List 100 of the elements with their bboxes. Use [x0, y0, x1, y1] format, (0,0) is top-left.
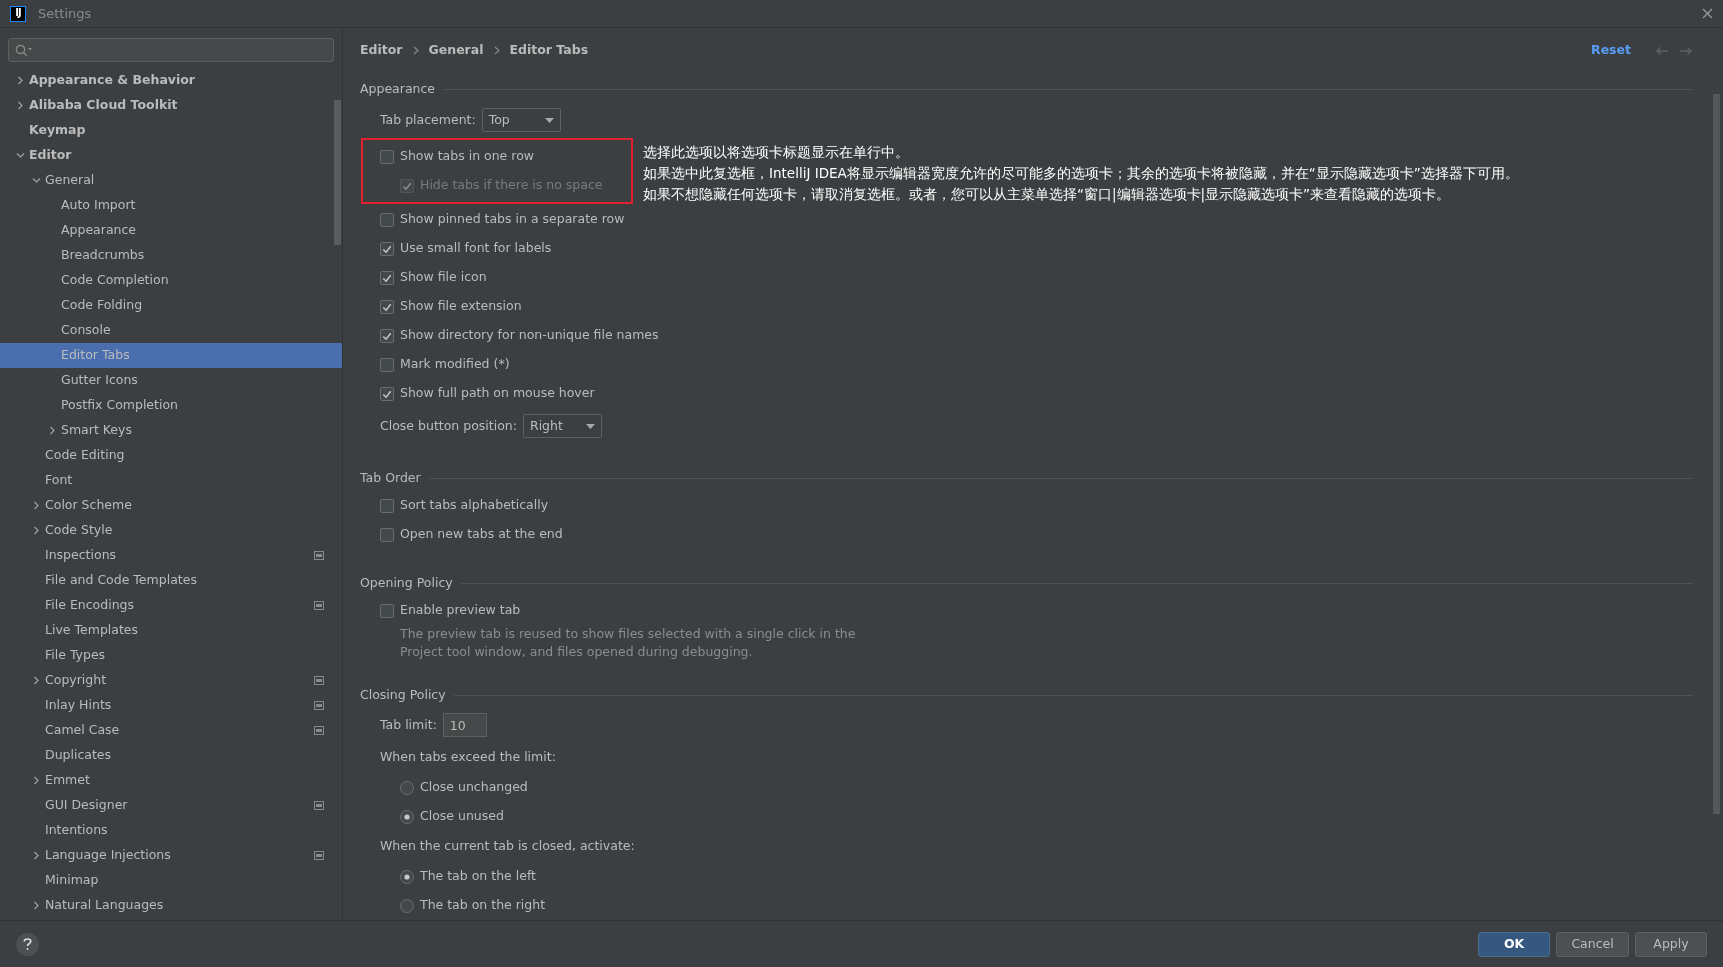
checkbox[interactable] [380, 241, 394, 256]
tree-item[interactable]: Camel Case [0, 718, 342, 743]
checkbox[interactable] [380, 357, 394, 372]
search-field[interactable] [8, 38, 334, 62]
tree-item[interactable]: File Types [0, 643, 342, 668]
tree-item[interactable]: Inspections [0, 543, 342, 568]
checkbox[interactable] [380, 212, 394, 227]
dialog-button[interactable]: Apply [1635, 931, 1707, 957]
tree-label: Live Templates [45, 621, 139, 640]
chevron-right-icon[interactable] [32, 526, 41, 535]
chevron-down-icon[interactable] [16, 151, 25, 160]
tree-item[interactable]: Duplicates [0, 743, 342, 768]
checkbox-label: Show file icon [400, 268, 487, 287]
breadcrumb-item[interactable]: General [428, 41, 484, 60]
checkbox-label: Enable preview tab [400, 601, 521, 620]
chevron-right-icon[interactable] [32, 851, 41, 860]
checkbox[interactable] [380, 328, 394, 343]
checkbox-label: Hide tabs if there is no space [420, 176, 603, 195]
tree-item[interactable]: Gutter Icons [0, 368, 342, 393]
tree-item[interactable]: Live Templates [0, 618, 342, 643]
dialog-button[interactable]: OK [1478, 931, 1551, 957]
tree-item[interactable]: Appearance & Behavior [0, 68, 342, 93]
chevron-right-icon[interactable] [16, 76, 25, 85]
annotation-text: 选择此选项以将选项卡标题显示在单行中。 [643, 143, 910, 162]
tree-label: File Encodings [45, 596, 134, 615]
checkbox[interactable] [380, 386, 394, 401]
tree-item[interactable]: Keymap [0, 118, 342, 143]
tree-item[interactable]: Natural Languages [0, 893, 342, 918]
checkbox[interactable] [380, 270, 394, 285]
section-title: Tab Order [360, 468, 421, 487]
tree-label: Appearance & Behavior [29, 71, 195, 90]
radio-button[interactable] [400, 898, 414, 913]
breadcrumb-item[interactable]: Editor Tabs [509, 41, 589, 60]
field-label: Tab placement: [380, 110, 476, 129]
tree-item[interactable]: Minimap [0, 868, 342, 893]
tree-item[interactable]: Editor [0, 143, 342, 168]
chevron-right-icon[interactable] [32, 901, 41, 910]
tree-label: File and Code Templates [45, 571, 197, 590]
chevron-right-icon[interactable] [48, 426, 57, 435]
tree-item[interactable]: Language Injections [0, 843, 342, 868]
tree-label: Auto Import [61, 196, 136, 215]
tree-item[interactable]: General [0, 168, 342, 193]
tree-item[interactable]: Emmet [0, 768, 342, 793]
radio-button[interactable] [400, 809, 414, 824]
checkbox[interactable] [380, 498, 394, 513]
chevron-right-icon[interactable] [32, 776, 41, 785]
chevron-down-icon[interactable] [32, 176, 41, 185]
checkbox[interactable] [380, 603, 394, 618]
radio-label: Close unchanged [420, 778, 528, 797]
tree-item[interactable]: Smart Keys [0, 418, 342, 443]
tree-label: Copyright [45, 671, 107, 690]
tree-item[interactable]: Color Scheme [0, 493, 342, 518]
dropdown[interactable]: Right [522, 414, 602, 438]
radio-dot-icon [404, 813, 410, 820]
back-arrow-icon[interactable] [1655, 45, 1669, 56]
tree-item[interactable]: Intentions [0, 818, 342, 843]
tree-label: Editor [29, 146, 72, 165]
checkbox[interactable] [380, 149, 394, 164]
tree-label: Gutter Icons [61, 371, 138, 390]
scrollbar-thumb[interactable] [334, 100, 341, 245]
tree-item[interactable]: Inlay Hints [0, 693, 342, 718]
tree-label: Minimap [45, 871, 99, 890]
tree-item[interactable]: Auto Import [0, 193, 342, 218]
tree-item[interactable]: File and Code Templates [0, 568, 342, 593]
tree-label: Camel Case [45, 721, 120, 740]
caret-down-icon [544, 117, 554, 123]
tree-item[interactable]: Font [0, 468, 342, 493]
tree-item[interactable]: Code Editing [0, 443, 342, 468]
checkbox[interactable] [380, 527, 394, 542]
tree-item[interactable]: Copyright [0, 668, 342, 693]
chevron-right-icon[interactable] [16, 101, 25, 110]
scrollbar-thumb[interactable] [1713, 94, 1720, 814]
breadcrumb-item[interactable]: Editor [360, 41, 403, 60]
chevron-right-icon[interactable] [32, 676, 41, 685]
help-text: The preview tab is reused to show files selected with a single click in the Project tool window, and files opened during debugging. [399, 625, 857, 661]
tree-item[interactable]: Breadcrumbs [0, 243, 342, 268]
checkbox-label: Show directory for non-unique file names [400, 326, 659, 345]
tree-item[interactable]: Code Style [0, 518, 342, 543]
close-icon[interactable] [1702, 8, 1713, 19]
forward-arrow-icon[interactable] [1679, 45, 1693, 56]
radio-dot-icon [404, 873, 410, 880]
checkbox[interactable] [380, 299, 394, 314]
tree-item[interactable]: Appearance [0, 218, 342, 243]
checkbox-label: Show pinned tabs in a separate row [400, 210, 625, 229]
number-field[interactable]: 10 [442, 713, 487, 737]
tree-item[interactable]: Console [0, 318, 342, 343]
tree-item[interactable]: GUI Designer [0, 793, 342, 818]
tree-item[interactable]: Code Folding [0, 293, 342, 318]
reset-link[interactable]: Reset [1591, 41, 1631, 60]
dropdown[interactable]: Top [481, 108, 561, 132]
radio-button[interactable] [400, 780, 414, 795]
help-icon[interactable] [16, 932, 39, 956]
dialog-button[interactable]: Cancel [1556, 931, 1629, 957]
tree-item[interactable]: Code Completion [0, 268, 342, 293]
tree-item[interactable]: File Encodings [0, 593, 342, 618]
checkbox-label: Show full path on mouse hover [400, 384, 595, 403]
tree-item[interactable]: Alibaba Cloud Toolkit [0, 93, 342, 118]
tree-item[interactable]: Postfix Completion [0, 393, 342, 418]
chevron-right-icon[interactable] [32, 501, 41, 510]
radio-button[interactable] [400, 869, 414, 884]
